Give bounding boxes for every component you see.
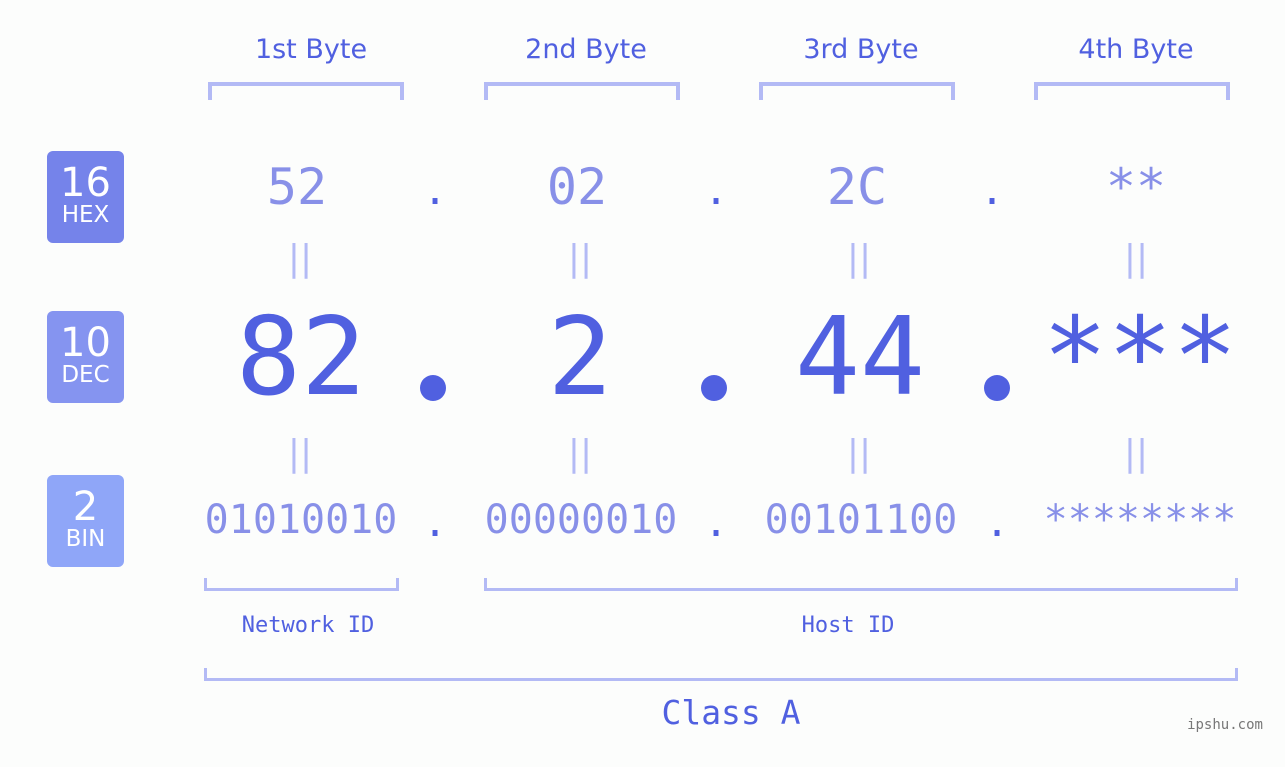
network-id-label: Network ID	[241, 613, 375, 638]
host-id-label: Host ID	[801, 613, 895, 638]
bin-badge-number: 2	[72, 484, 99, 530]
bin-badge: 2 BIN	[47, 475, 124, 567]
host-id-bracket	[484, 578, 1238, 591]
class-bracket	[204, 668, 1238, 681]
hex-byte-4: **	[1105, 158, 1167, 216]
network-id-bracket	[204, 578, 399, 591]
hex-separator-1: .	[423, 168, 448, 214]
equals-dec-bin-2: ||	[567, 433, 593, 474]
header-byte-4: 4th Byte	[1078, 34, 1194, 65]
equals-dec-bin-3: ||	[846, 433, 872, 474]
bin-separator-2: .	[704, 500, 729, 546]
bin-byte-4: ********	[1043, 497, 1237, 543]
dec-byte-1: 82	[235, 295, 367, 420]
equals-dec-bin-4: ||	[1123, 433, 1149, 474]
bin-separator-3: .	[985, 500, 1010, 546]
equals-dec-bin-1: ||	[287, 433, 313, 474]
equals-hex-dec-4: ||	[1123, 238, 1149, 279]
bracket-byte-4	[1034, 82, 1230, 100]
hex-byte-1: 52	[266, 158, 328, 216]
hex-byte-2: 02	[546, 158, 608, 216]
equals-hex-dec-1: ||	[287, 238, 313, 279]
dec-badge: 10 DEC	[47, 311, 124, 403]
header-byte-3: 3rd Byte	[803, 34, 919, 65]
bin-separator-1: .	[423, 500, 448, 546]
dec-separator-2	[701, 375, 727, 401]
bin-byte-3: 00101100	[764, 497, 958, 543]
hex-badge-label: HEX	[61, 202, 110, 228]
dec-separator-3	[984, 375, 1010, 401]
class-label: Class A	[661, 693, 801, 732]
bracket-byte-3	[759, 82, 955, 100]
dec-badge-label: DEC	[61, 362, 110, 388]
hex-badge-number: 16	[60, 160, 111, 206]
dec-separator-1	[420, 375, 446, 401]
hex-separator-2: .	[704, 168, 729, 214]
dec-byte-4: ***	[1042, 295, 1238, 420]
header-byte-2: 2nd Byte	[525, 34, 647, 65]
equals-hex-dec-2: ||	[567, 238, 593, 279]
hex-separator-3: .	[980, 168, 1005, 214]
hex-byte-3: 2C	[826, 158, 888, 216]
dec-byte-3: 44	[794, 295, 926, 420]
watermark: ipshu.com	[1187, 717, 1263, 733]
hex-badge: 16 HEX	[47, 151, 124, 243]
bracket-byte-2	[484, 82, 680, 100]
bracket-byte-1	[208, 82, 404, 100]
bin-byte-1: 01010010	[204, 497, 398, 543]
dec-byte-2: 2	[547, 295, 613, 420]
bin-byte-2: 00000010	[484, 497, 678, 543]
dec-badge-number: 10	[60, 320, 111, 366]
header-byte-1: 1st Byte	[254, 34, 368, 65]
equals-hex-dec-3: ||	[846, 238, 872, 279]
bin-badge-label: BIN	[65, 526, 106, 552]
